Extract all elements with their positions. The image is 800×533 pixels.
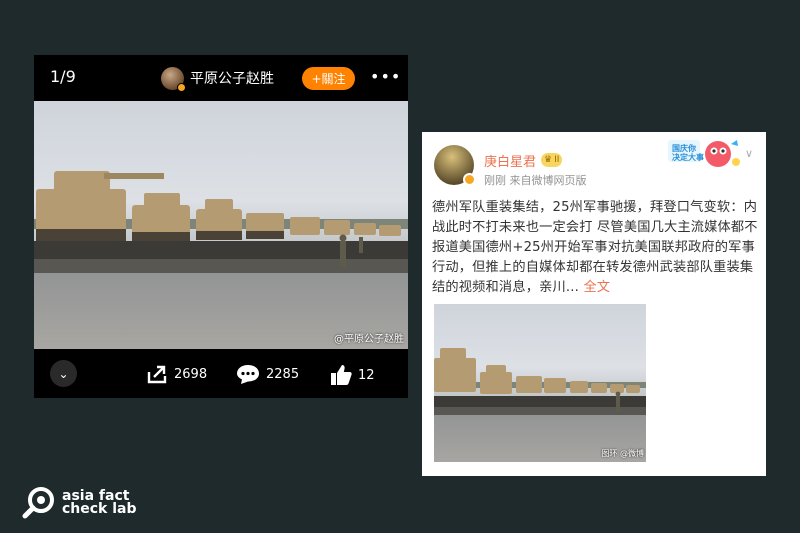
crown-icon: ♛ [544, 155, 553, 165]
action-bar: ⌄ 2698 2285 12 [34, 350, 408, 398]
comment-icon [237, 365, 259, 384]
share-icon [147, 365, 167, 384]
vip-level: II [554, 155, 560, 165]
photo-watermark: @平原公子赵胜 [334, 334, 404, 345]
like-icon [331, 365, 352, 385]
chevron-down-icon[interactable]: ∨ [745, 147, 753, 160]
like-button[interactable]: 12 [330, 364, 375, 386]
full-text-link[interactable]: 全文 [583, 280, 610, 295]
weibo-post-card: 庚白星君 ♛ II 刚刚 来自微博网页版 国庆你 决定大事 ∨ 德州军队重装集结… [422, 132, 766, 476]
more-options-icon[interactable]: ••• [370, 67, 401, 86]
holiday-decoration: 国庆你 决定大事 [668, 136, 742, 172]
chevron-down-icon[interactable]: ⌄ [50, 360, 77, 387]
like-count: 12 [358, 367, 375, 383]
share-button[interactable]: 2698 [146, 364, 207, 384]
share-count: 2698 [174, 366, 208, 382]
comment-button[interactable]: 2285 [236, 364, 299, 384]
image-watermark: 图环 @微博 [601, 449, 644, 458]
post-photo[interactable]: @平原公子赵胜 [34, 101, 408, 349]
brand-line-2: check lab [62, 501, 137, 517]
brand-wordmark: asia fact check lab [62, 489, 137, 517]
asia-fact-check-lab-logo: asia fact check lab [22, 486, 137, 520]
viewer-header: 1/9 平原公子赵胜 +關注 ••• [34, 55, 408, 101]
vip-badge: ♛ II [541, 153, 563, 167]
search-magnifier-logo-icon [22, 487, 54, 519]
image-counter: 1/9 [50, 67, 76, 86]
follow-button[interactable]: +關注 [302, 67, 355, 90]
post-text: 德州军队重装集结，25州军事驰援，拜登口气变软：内战此时不打未来也一定会打 尽管… [432, 198, 760, 298]
verified-badge-icon [463, 173, 476, 186]
decor-label: 国庆你 决定大事 [672, 144, 704, 162]
image-viewer: 1/9 平原公子赵胜 +關注 ••• @平原公子赵胜 ⌄ 2698 2285 1… [34, 55, 408, 398]
post-meta: 刚刚 来自微博网页版 [484, 174, 587, 187]
author-name[interactable]: 平原公子赵胜 [190, 68, 274, 88]
tank-train-thumbnail [434, 348, 646, 415]
comment-count: 2285 [266, 366, 300, 382]
tank-train-scene [34, 171, 408, 273]
post-author-name[interactable]: 庚白星君 [484, 151, 536, 170]
post-image[interactable]: 图环 @微博 [434, 304, 646, 462]
verified-badge-icon [177, 83, 186, 92]
